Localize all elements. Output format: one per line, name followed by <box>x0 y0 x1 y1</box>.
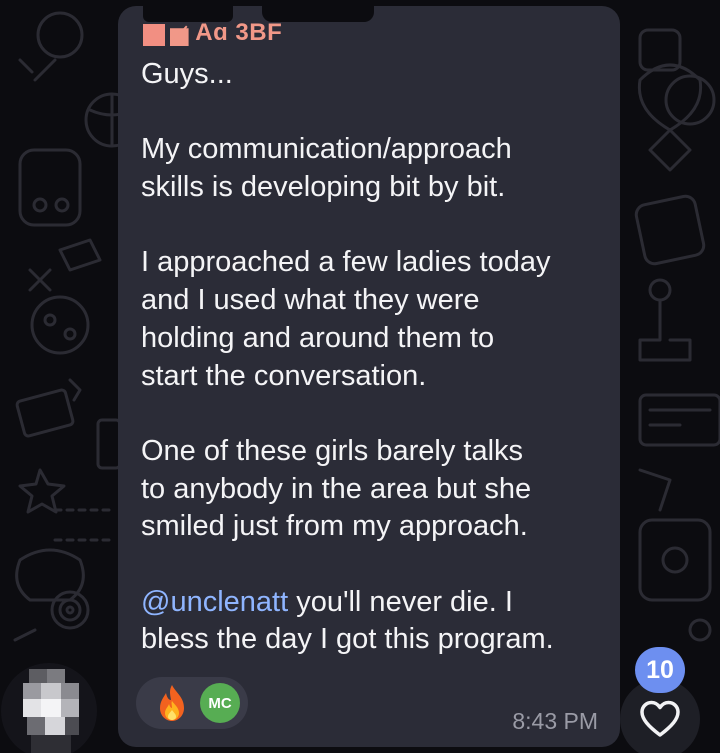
avatar-pixel <box>61 683 79 699</box>
message-line: Guys... <box>141 58 233 90</box>
avatar-pixel <box>41 683 61 699</box>
sender-color-chip <box>143 24 165 46</box>
mention-link[interactable]: @unclenatt <box>141 586 288 618</box>
avatar-pixel <box>61 699 79 717</box>
message-line: start the conversation. <box>141 359 427 392</box>
message-text: Guys... My communication/approach skills… <box>141 56 611 659</box>
message-line: and I used what they were <box>141 284 480 317</box>
mention-tail: you'll never die. I <box>288 585 513 618</box>
message-line: @unclenatt you'll never die. I <box>141 584 611 622</box>
chat-view: ▅̷̷ Aɑ 3BF Guys... My communication/appr… <box>0 0 720 753</box>
message-line: skills is developing bit by bit. <box>141 171 506 204</box>
message-line: to anybody in the area but she <box>141 472 532 505</box>
avatar-pixel <box>29 669 47 683</box>
message-line: One of these girls barely talks <box>141 434 524 467</box>
fire-icon <box>160 685 184 721</box>
avatar-pixel <box>47 669 65 683</box>
sender-avatar[interactable] <box>1 663 97 753</box>
avatar-pixel <box>27 717 45 735</box>
message-line: holding and around them to <box>141 321 495 354</box>
avatar-pixel <box>23 699 41 717</box>
message-line: I approached a few ladies today <box>141 246 551 279</box>
avatar-pixel <box>31 735 71 753</box>
avatar-pixel <box>41 699 61 717</box>
reactor-avatar: MC <box>200 683 240 723</box>
heart-icon <box>640 700 680 737</box>
sender-name[interactable]: ▅̷̷ Aɑ 3BF <box>170 18 430 48</box>
message-line: smiled just from my approach. <box>141 510 528 543</box>
message-line: bless the day I got this program. <box>141 623 554 656</box>
avatar-pixel <box>23 683 41 699</box>
avatar-pixel <box>45 717 65 735</box>
unread-badge[interactable]: 10 <box>635 647 685 693</box>
message-line: My communication/approach <box>141 133 512 166</box>
avatar-pixel <box>65 717 79 735</box>
message-time: 8:43 PM <box>512 708 598 734</box>
